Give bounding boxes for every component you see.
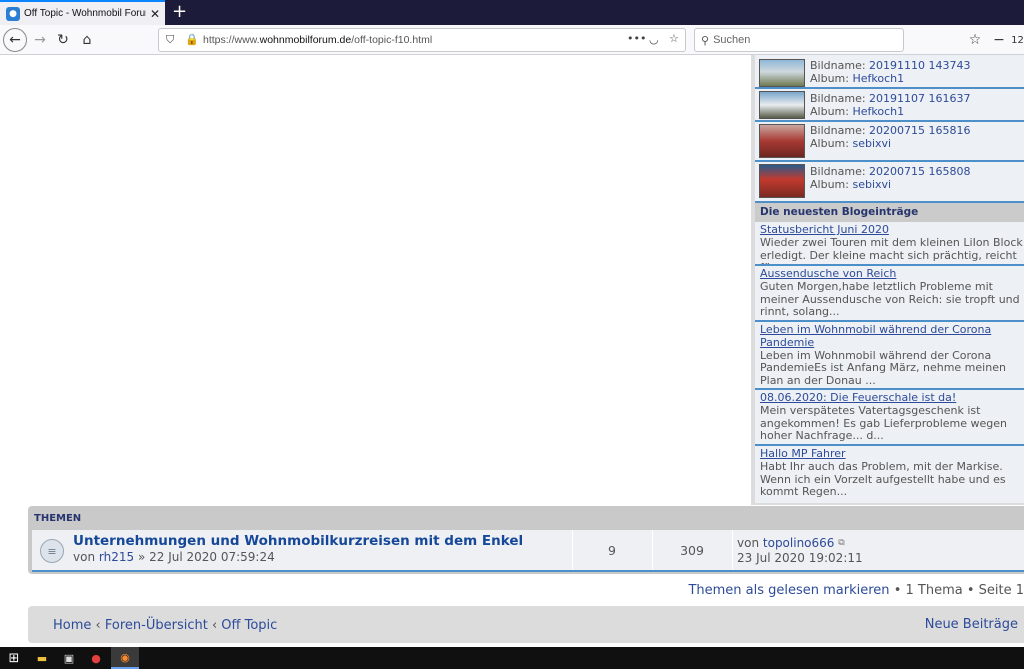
reload-button[interactable]: ↻ <box>51 28 75 52</box>
gallery-thumbnail[interactable] <box>759 164 805 198</box>
blog-section-heading: Die neuesten Blogeinträge <box>755 203 1024 222</box>
gallery-album-label: Album: <box>810 105 849 118</box>
blog-entry[interactable]: 08.06.2020: Die Feuerschale ist da! Mein… <box>755 390 1024 446</box>
topic-title-link[interactable]: Unternehmungen und Wohnmobilkurzreisen m… <box>73 533 523 549</box>
topic-views: 309 <box>680 543 704 558</box>
breadcrumb-home[interactable]: Home <box>53 618 91 633</box>
gallery-album-link[interactable]: sebixvi <box>852 178 891 191</box>
page-actions-icon[interactable]: ••• <box>627 32 646 45</box>
gallery-image-link[interactable]: 20200715 165808 <box>869 165 970 178</box>
view-latest-post-icon[interactable]: ⧉ <box>838 536 844 551</box>
breadcrumb-forum-index[interactable]: Foren-Übersicht <box>105 618 208 633</box>
file-explorer-icon[interactable]: ▬ <box>34 650 50 666</box>
pocket-icon[interactable]: ◡ <box>649 33 659 46</box>
topic-meta: von rh215 » 22 Jul 2020 07:59:24 <box>73 550 275 564</box>
gallery-item[interactable]: Bildname: 20191107 161637 Album: Hefkoch… <box>755 89 1024 122</box>
zoom-out-button[interactable]: − <box>987 28 1011 52</box>
gallery-album-link[interactable]: Hefkoch1 <box>852 72 904 85</box>
blog-excerpt: Mein verspätetes Vatertagsgeschenk ist a… <box>760 403 1008 443</box>
column-divider <box>732 530 733 570</box>
topic-last-post: von topolino666 ⧉ 23 Jul 2020 19:02:11 <box>737 536 863 566</box>
blog-title-link[interactable]: Statusbericht Juni 2020 <box>760 223 1020 237</box>
topic-date: » 22 Jul 2020 07:59:24 <box>137 550 275 564</box>
gallery-thumbnail[interactable] <box>759 59 805 87</box>
breadcrumb-off-topic[interactable]: Off Topic <box>221 618 277 633</box>
sidebar: Bildname: 20191110 143743 Album: Hefkoch… <box>751 55 1024 505</box>
last-post-date: 23 Jul 2020 19:02:11 <box>737 551 863 565</box>
browser-tab[interactable]: ● Off Topic - Wohnmobil Forum ✕ <box>0 0 165 25</box>
tab-title: Off Topic - Wohnmobil Forum <box>24 8 146 19</box>
search-icon: ⚲ <box>701 33 710 47</box>
breadcrumb: Home ‹ Foren-Übersicht ‹ Off Topic <box>53 618 277 633</box>
blog-title-link[interactable]: Leben im Wohnmobil während der Corona Pa… <box>760 323 1010 350</box>
gallery-item[interactable]: Bildname: 20200715 165808 Album: sebixvi <box>755 162 1024 203</box>
topic-by-label: von <box>73 550 96 564</box>
topic-row[interactable]: ≡ Unternehmungen und Wohnmobilkurzreisen… <box>32 530 1024 572</box>
topic-count: • 1 Thema • Seite 1 <box>893 583 1024 598</box>
shield-icon[interactable]: ⛉ <box>166 33 174 47</box>
app-icon[interactable]: ● <box>88 650 104 666</box>
gallery-name-label: Bildname: <box>810 124 866 137</box>
browser-toolbar: ← → ↻ ⌂ ⛉ 🔒 https://www.wohnmobilforum.d… <box>0 25 1024 55</box>
address-bar[interactable]: ⛉ 🔒 https://www.wohnmobilforum.de/off-to… <box>158 28 686 52</box>
gallery-image-link[interactable]: 20191110 143743 <box>869 59 970 72</box>
blog-entry[interactable]: Hallo MP Fahrer Habt Ihr auch das Proble… <box>755 446 1024 503</box>
last-post-by-label: von <box>737 536 760 550</box>
gallery-album-link[interactable]: sebixvi <box>852 137 891 150</box>
breadcrumb-separator-icon: ‹ <box>211 618 222 633</box>
topics-heading: THEMEN <box>34 513 82 524</box>
breadcrumb-separator-icon: ‹ <box>95 618 105 633</box>
mark-topics-read-link[interactable]: Themen als gelesen markieren <box>688 583 889 598</box>
gallery-album-link[interactable]: Hefkoch1 <box>852 105 904 118</box>
os-taskbar: ⊞ ▬ ▣ ● ◉ <box>0 647 1024 669</box>
gallery-name-label: Bildname: <box>810 92 866 105</box>
close-tab-icon[interactable]: ✕ <box>150 7 160 21</box>
blog-title-link[interactable]: Aussendusche von Reich <box>760 267 1020 281</box>
topics-panel: THEMEN ≡ Unternehmungen und Wohnmobilkur… <box>28 506 1024 574</box>
zoom-level[interactable]: 12 <box>1011 28 1024 52</box>
topic-action-bar: Themen als gelesen markieren • 1 Thema •… <box>688 583 1024 598</box>
library-icon[interactable]: ☆ <box>963 28 987 52</box>
topic-read-icon: ≡ <box>40 539 64 563</box>
new-posts-link[interactable]: Neue Beiträge <box>925 617 1018 632</box>
gallery-thumbnail[interactable] <box>759 124 805 158</box>
home-button[interactable]: ⌂ <box>75 28 99 52</box>
gallery-name-label: Bildname: <box>810 165 866 178</box>
gallery-item[interactable]: Bildname: 20200715 165816 Album: sebixvi <box>755 122 1024 162</box>
blog-excerpt: Habt Ihr auch das Problem, mit der Marki… <box>760 459 1006 499</box>
gallery-album-label: Album: <box>810 178 849 191</box>
gallery-name-label: Bildname: <box>810 59 866 72</box>
browser-tab-bar: ● Off Topic - Wohnmobil Forum ✕ + <box>0 0 1024 25</box>
blog-entry[interactable]: Leben im Wohnmobil während der Corona Pa… <box>755 322 1024 390</box>
blog-excerpt: Wieder zwei Touren mit dem kleinen LiIon… <box>760 235 1023 264</box>
windows-start-icon[interactable]: ⊞ <box>6 650 22 666</box>
topic-author-link[interactable]: rh215 <box>99 550 134 564</box>
gallery-thumbnail[interactable] <box>759 91 805 119</box>
footer-navbar: Home ‹ Foren-Übersicht ‹ Off Topic Neue … <box>28 606 1024 643</box>
store-icon[interactable]: ▣ <box>61 650 77 666</box>
blog-entry[interactable]: Statusbericht Juni 2020 Wieder zwei Tour… <box>755 222 1024 266</box>
last-post-author-link[interactable]: topolino666 <box>763 536 835 550</box>
topic-replies: 9 <box>608 543 616 558</box>
url-text[interactable]: https://www.wohnmobilforum.de/off-topic-… <box>203 34 432 46</box>
bookmark-star-icon[interactable]: ☆ <box>669 32 679 45</box>
back-button[interactable]: ← <box>3 28 27 52</box>
blog-title-link[interactable]: Hallo MP Fahrer <box>760 447 1020 461</box>
search-placeholder: Suchen <box>713 34 751 46</box>
gallery-item[interactable]: Bildname: 20191110 143743 Album: Hefkoch… <box>755 55 1024 89</box>
forward-button[interactable]: → <box>28 28 52 52</box>
site-favicon-icon: ● <box>6 6 20 21</box>
blog-excerpt: Leben im Wohnmobil während der Corona Pa… <box>760 348 1006 388</box>
blog-excerpt: Guten Morgen,habe letztlich Probleme mit… <box>760 279 1020 319</box>
firefox-icon[interactable]: ◉ <box>111 647 139 669</box>
new-tab-icon[interactable]: + <box>172 2 187 22</box>
search-bar[interactable]: ⚲ Suchen <box>694 28 904 52</box>
blog-title-link[interactable]: 08.06.2020: Die Feuerschale ist da! <box>760 391 1020 405</box>
gallery-album-label: Album: <box>810 137 849 150</box>
gallery-image-link[interactable]: 20200715 165816 <box>869 124 970 137</box>
gallery-album-label: Album: <box>810 72 849 85</box>
blog-entry[interactable]: Aussendusche von Reich Guten Morgen,habe… <box>755 266 1024 322</box>
lock-icon[interactable]: 🔒 <box>185 33 199 46</box>
gallery-image-link[interactable]: 20191107 161637 <box>869 92 970 105</box>
